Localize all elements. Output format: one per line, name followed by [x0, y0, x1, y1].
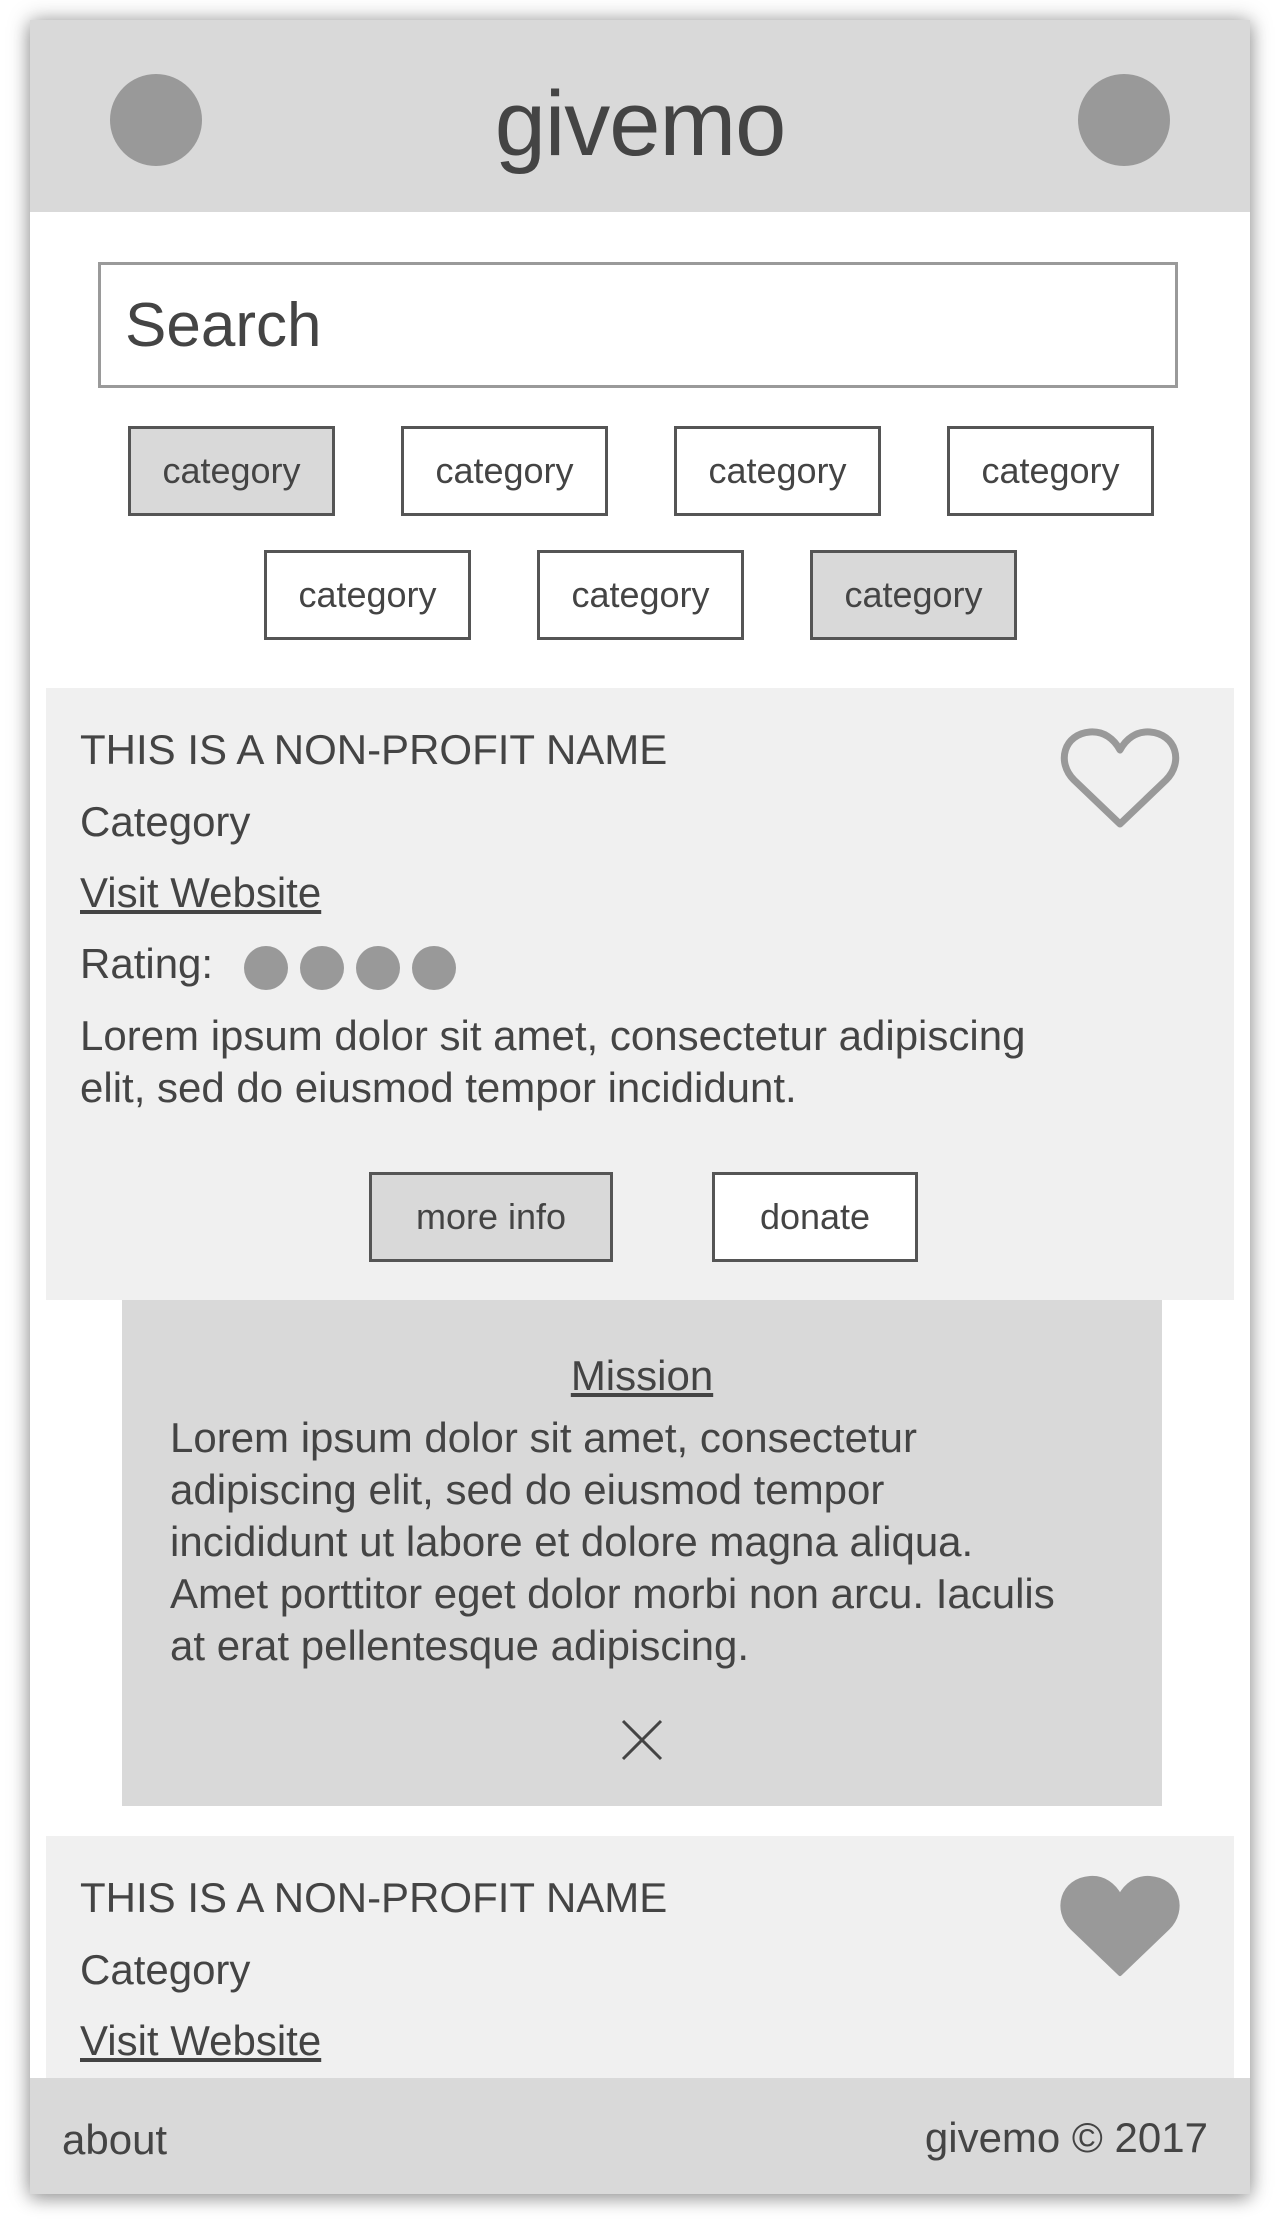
mission-text: Lorem ipsum dolor sit amet, consectetur …: [170, 1412, 1130, 1672]
heart-outline-icon[interactable]: [1060, 726, 1180, 832]
visit-website-link[interactable]: Visit Website: [80, 2017, 321, 2065]
rating-dot: [244, 946, 288, 990]
nonprofit-category: Category: [80, 798, 251, 845]
category-chip-7[interactable]: category: [810, 550, 1017, 640]
search-input[interactable]: [98, 262, 1178, 388]
mission-panel: Mission Lorem ipsum dolor sit amet, cons…: [122, 1300, 1162, 1806]
nonprofit-card: THIS IS A NON-PROFIT NAME Category Visit…: [46, 688, 1234, 1300]
category-chip-1[interactable]: category: [128, 426, 335, 516]
mission-title: Mission: [570, 1352, 714, 1399]
nonprofit-category: Category: [80, 1946, 251, 1993]
profile-button[interactable]: [1078, 74, 1170, 166]
copyright-text: givemo © 2017: [924, 2114, 1208, 2161]
nonprofit-name: THIS IS A NON-PROFIT NAME: [80, 1874, 668, 1921]
donate-button[interactable]: donate: [712, 1172, 918, 1262]
more-info-button[interactable]: more info: [369, 1172, 613, 1262]
rating-dot: [356, 946, 400, 990]
app-title: givemo: [494, 73, 787, 175]
visit-website-link[interactable]: Visit Website: [80, 869, 321, 917]
heart-filled-icon[interactable]: [1060, 1874, 1180, 1980]
footer-bar: about givemo © 2017: [30, 2078, 1250, 2194]
category-chip-5[interactable]: category: [264, 550, 471, 640]
mission-line: adipiscing elit, sed do eiusmod tempor: [170, 1466, 885, 1513]
nonprofit-card: THIS IS A NON-PROFIT NAME Category Visit…: [46, 1836, 1234, 2096]
rating-label: Rating:: [80, 940, 214, 987]
category-chip-3[interactable]: category: [674, 426, 881, 516]
category-chip-4[interactable]: category: [947, 426, 1154, 516]
header-bar: givemo: [30, 20, 1250, 212]
nonprofit-description: Lorem ipsum dolor sit amet, consectetur …: [80, 1010, 1140, 1114]
rating-dot: [412, 946, 456, 990]
close-icon[interactable]: [620, 1718, 664, 1762]
rating-dots: [244, 946, 456, 990]
category-chip-6[interactable]: category: [537, 550, 744, 640]
mission-line: Lorem ipsum dolor sit amet, consectetur: [170, 1414, 917, 1461]
mission-line: incididunt ut labore et dolore magna ali…: [170, 1518, 974, 1565]
category-chip-2[interactable]: category: [401, 426, 608, 516]
about-link[interactable]: about: [62, 2116, 167, 2164]
mission-line: at erat pellentesque adipiscing.: [170, 1622, 750, 1669]
nonprofit-name: THIS IS A NON-PROFIT NAME: [80, 726, 668, 773]
description-line: elit, sed do eiusmod tempor incididunt.: [80, 1064, 797, 1111]
description-line: Lorem ipsum dolor sit amet, consectetur …: [80, 1012, 1026, 1059]
app-frame: givemo category category category catego…: [30, 20, 1250, 2194]
mission-line: Amet porttitor eget dolor morbi non arcu…: [170, 1570, 1055, 1617]
rating-dot: [300, 946, 344, 990]
